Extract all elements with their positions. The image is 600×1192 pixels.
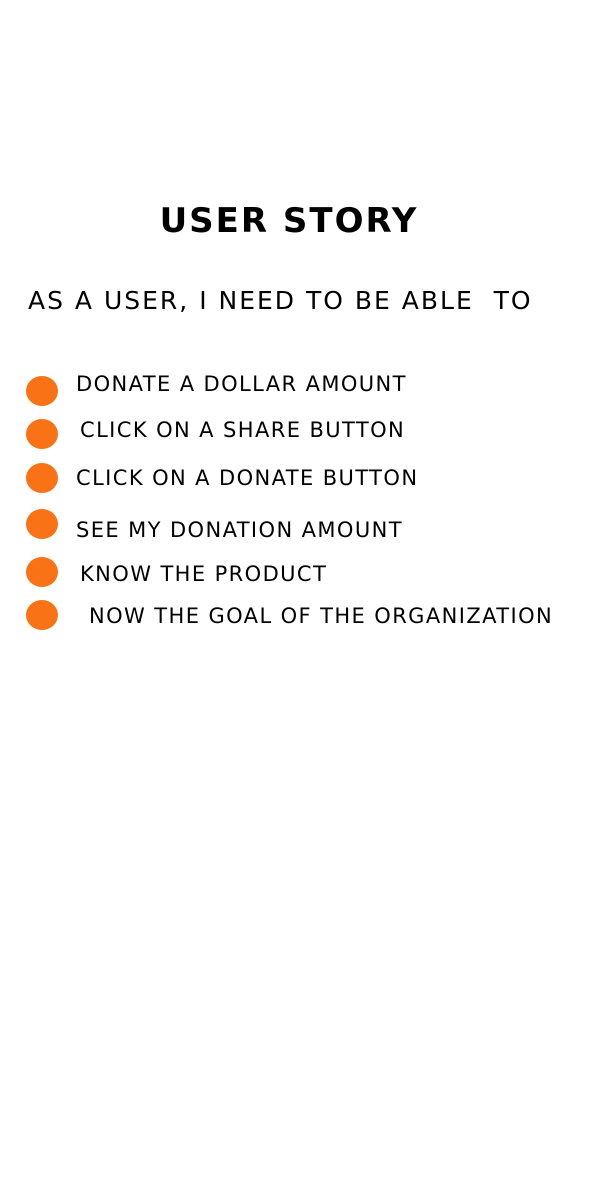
story-label: CLICK ON A DONATE BUTTON bbox=[76, 466, 419, 490]
list-item: NOW THE GOAL OF THE ORGANIZATION bbox=[0, 600, 600, 642]
story-label: KNOW THE PRODUCT bbox=[80, 562, 328, 586]
list-item: CLICK ON A SHARE BUTTON bbox=[0, 416, 600, 456]
bullet-icon bbox=[26, 557, 58, 587]
list-item: KNOW THE PRODUCT bbox=[0, 557, 600, 600]
bullet-icon bbox=[26, 376, 58, 406]
bullet-icon bbox=[26, 509, 58, 539]
bullet-icon bbox=[26, 419, 58, 449]
story-label: DONATE A DOLLAR AMOUNT bbox=[76, 372, 407, 396]
list-item: SEE MY DONATION AMOUNT bbox=[0, 509, 600, 556]
user-story-list: DONATE A DOLLAR AMOUNT CLICK ON A SHARE … bbox=[0, 0, 600, 700]
story-label: CLICK ON A SHARE BUTTON bbox=[80, 418, 406, 442]
bullet-icon bbox=[26, 463, 58, 493]
list-item: CLICK ON A DONATE BUTTON bbox=[0, 463, 600, 504]
story-label: NOW THE GOAL OF THE ORGANIZATION bbox=[89, 604, 554, 628]
bullet-icon bbox=[26, 600, 58, 630]
list-item: DONATE A DOLLAR AMOUNT bbox=[0, 370, 600, 410]
story-label: SEE MY DONATION AMOUNT bbox=[76, 518, 403, 542]
